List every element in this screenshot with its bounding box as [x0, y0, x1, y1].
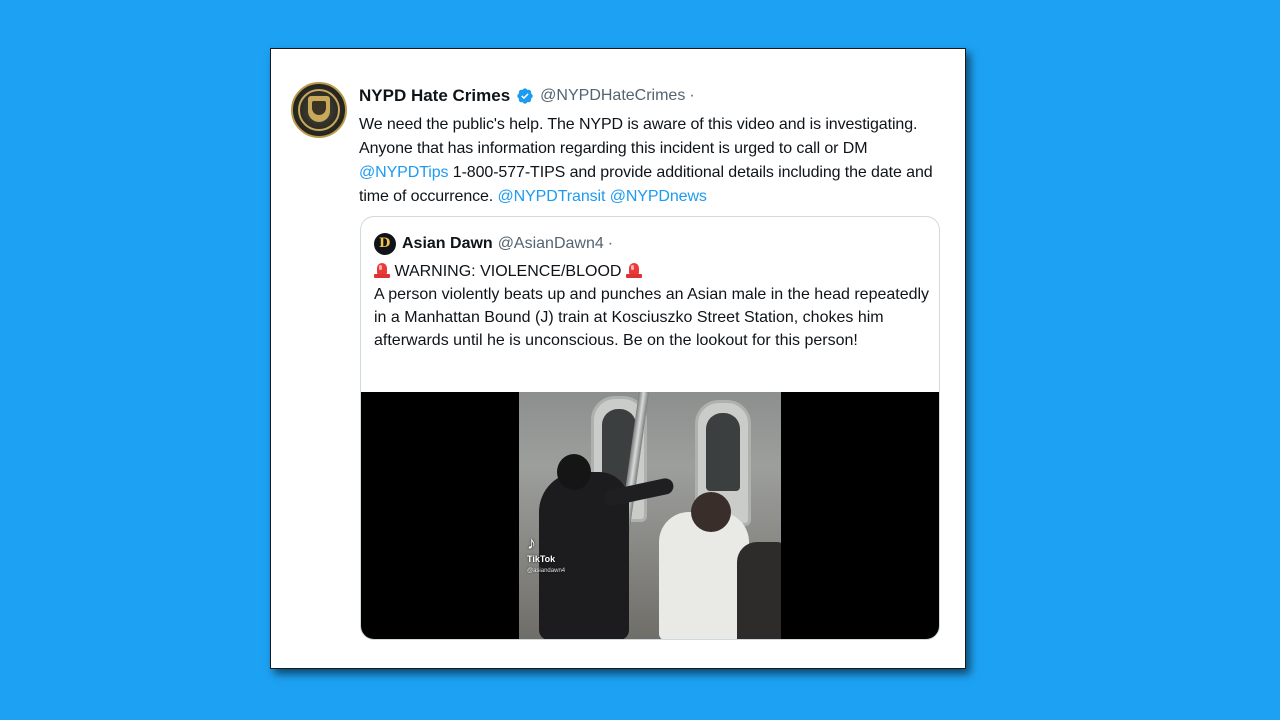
video-frame[interactable]: ♪ TikTok @asiandawn4 [519, 392, 781, 639]
figure-victim [659, 512, 749, 639]
tweet-header: NYPD Hate Crimes @NYPDHateCrimes · [359, 85, 695, 107]
figure-bystander [737, 542, 781, 639]
quoted-author-handle[interactable]: @AsianDawn4 [498, 235, 604, 253]
tiktok-label: TikTok [527, 554, 556, 564]
tiktok-username: @asiandawn4 [527, 568, 566, 574]
mention-nypdtransit[interactable]: @NYPDTransit [498, 188, 606, 205]
quoted-tweet[interactable]: D Asian Dawn @AsianDawn4 · WARNING: VIOL… [360, 216, 940, 640]
figure-attacker-head [557, 454, 591, 490]
quoted-header-separator: · [607, 235, 614, 252]
verified-badge-icon [517, 88, 533, 104]
figure-victim-head [691, 492, 731, 532]
police-siren-icon [625, 262, 642, 278]
asian-dawn-avatar[interactable]: D [374, 233, 396, 255]
tweet-card: NYPD Hate Crimes @NYPDHateCrimes · We ne… [270, 48, 966, 669]
tiktok-watermark: ♪ TikTok @asiandawn4 [527, 534, 565, 576]
screenshot-background: NYPD Hate Crimes @NYPDHateCrimes · We ne… [0, 0, 1280, 720]
warning-line: WARNING: VIOLENCE/BLOOD [374, 260, 934, 283]
tweet-body: We need the public's help. The NYPD is a… [359, 113, 939, 209]
quoted-tweet-text: A person violently beats up and punches … [374, 286, 930, 349]
video-media[interactable]: ♪ TikTok @asiandawn4 [361, 392, 939, 639]
nypd-seal-avatar[interactable] [291, 82, 347, 138]
quoted-tweet-header: D Asian Dawn @AsianDawn4 · [374, 233, 613, 255]
author-handle[interactable]: @NYPDHateCrimes [540, 87, 685, 105]
quoted-author-name[interactable]: Asian Dawn [402, 235, 493, 253]
mention-nypdnews[interactable]: @NYPDnews [610, 188, 707, 205]
shield-inner [312, 101, 326, 115]
tweet-text-part1: We need the public's help. The NYPD is a… [359, 116, 918, 157]
warning-text: WARNING: VIOLENCE/BLOOD [390, 263, 626, 280]
tiktok-icon: ♪ [527, 533, 536, 553]
quoted-tweet-body: WARNING: VIOLENCE/BLOOD A person violent… [374, 260, 934, 352]
author-name[interactable]: NYPD Hate Crimes [359, 86, 510, 106]
header-separator: · [689, 87, 695, 104]
avatar-glyph: D [379, 236, 391, 251]
mention-nypdtips[interactable]: @NYPDTips [359, 164, 449, 181]
police-siren-icon [374, 262, 390, 278]
